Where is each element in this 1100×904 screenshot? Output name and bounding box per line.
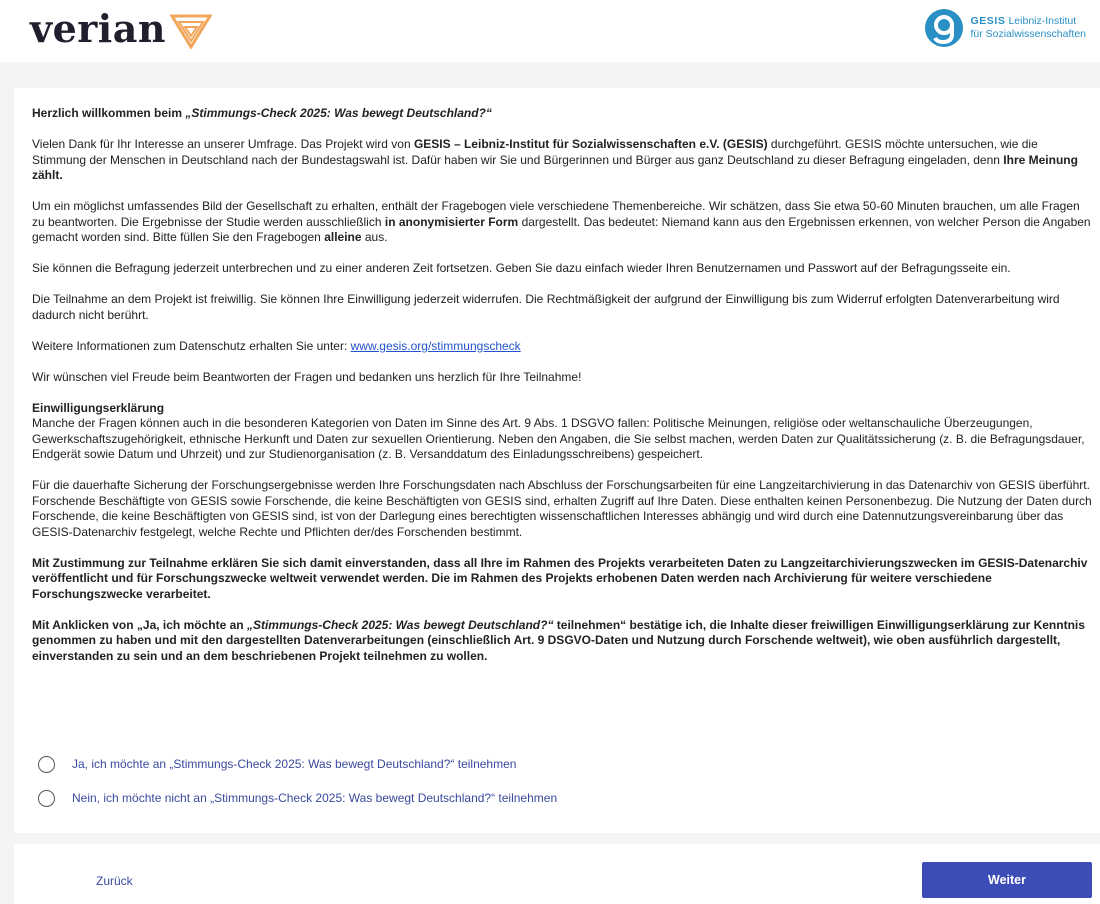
title-survey-name: „Stimmungs-Check 2025: Was bewegt Deutsc… bbox=[185, 106, 492, 120]
verian-logo: verian bbox=[30, 6, 212, 51]
gesis-g-icon bbox=[925, 9, 964, 47]
intro-paragraph-5: Weitere Informationen zum Datenschutz er… bbox=[32, 339, 1092, 355]
p10-survey-name: „Stimmungs-Check 2025: Was bewegt Deutsc… bbox=[246, 617, 554, 632]
consent-paragraph-3: Mit Zustimmung zur Teilnahme erklären Si… bbox=[32, 555, 1088, 601]
p5-text: Weitere Informationen zum Datenschutz er… bbox=[32, 338, 351, 353]
verian-chevron-icon bbox=[169, 14, 212, 49]
intro-paragraph-4: Die Teilnahme an dem Projekt ist freiwil… bbox=[32, 292, 1060, 322]
gesis-line1: Leibniz-Institut bbox=[1008, 15, 1077, 27]
p1-gesis-name: GESIS – Leibniz-Institut für Sozialwisse… bbox=[413, 137, 768, 151]
survey-card: Herzlich willkommen beim „Stimmungs-Chec… bbox=[14, 88, 1100, 833]
consent-no-radio[interactable] bbox=[38, 789, 55, 807]
p10-text-a: Mit Anklicken von „Ja, ich möchte an bbox=[32, 617, 247, 632]
p2-anonymized: in anonymisierter Form bbox=[384, 214, 519, 229]
page-title: Herzlich willkommen beim „Stimmungs-Chec… bbox=[32, 106, 1092, 122]
consent-options: Ja, ich möchte an „Stimmungs-Check 2025:… bbox=[38, 754, 557, 822]
next-button[interactable]: Weiter bbox=[922, 862, 1092, 898]
consent-paragraph-2: Für die dauerhafte Sicherung der Forschu… bbox=[32, 478, 1092, 539]
intro-paragraph-2: Um ein möglichst umfassendes Bild der Ge… bbox=[32, 199, 1092, 246]
consent-no-option[interactable]: Nein, ich möchte nicht an „Stimmungs-Che… bbox=[38, 788, 557, 808]
p2-text-e: aus. bbox=[361, 230, 388, 244]
verian-wordmark: verian bbox=[30, 6, 166, 51]
privacy-link[interactable]: www.gesis.org/stimmungscheck bbox=[351, 339, 521, 353]
consent-yes-option[interactable]: Ja, ich möchte an „Stimmungs-Check 2025:… bbox=[38, 754, 557, 774]
gesis-line2: für Sozialwissenschaften bbox=[970, 28, 1086, 40]
p1-text-a: Vielen Dank für Ihr Interesse an unserer… bbox=[32, 137, 414, 151]
consent-yes-radio[interactable] bbox=[38, 755, 55, 773]
intro-paragraph-3: Sie können die Befragung jederzeit unter… bbox=[32, 261, 1011, 275]
page-header: verian GESIS Leibniz-Institut für Sozial… bbox=[0, 0, 1100, 62]
gesis-text: GESIS Leibniz-Institut für Sozialwissens… bbox=[970, 15, 1086, 41]
consent-heading: Einwilligungserklärung bbox=[32, 400, 165, 415]
back-button[interactable]: Zurück bbox=[96, 874, 133, 888]
intro-paragraph-1: Vielen Dank für Ihr Interesse an unserer… bbox=[32, 137, 1092, 184]
title-prefix: Herzlich willkommen beim bbox=[32, 106, 186, 120]
navigation-bar: Zurück Weiter bbox=[14, 844, 1100, 904]
survey-intro-text: Herzlich willkommen beim „Stimmungs-Chec… bbox=[32, 106, 1092, 680]
consent-section: Einwilligungserklärung Manche der Fragen … bbox=[32, 401, 1092, 463]
consent-paragraph-4: Mit Anklicken von „Ja, ich möchte an „St… bbox=[32, 618, 1092, 665]
gesis-name: GESIS bbox=[970, 15, 1006, 27]
consent-yes-label[interactable]: Ja, ich möchte an „Stimmungs-Check 2025:… bbox=[72, 757, 516, 771]
p2-alone: alleine bbox=[324, 230, 362, 244]
consent-no-label[interactable]: Nein, ich möchte nicht an „Stimmungs-Che… bbox=[72, 791, 557, 805]
consent-paragraph-1: Manche der Fragen können auch in die bes… bbox=[32, 416, 1085, 461]
gesis-logo: GESIS Leibniz-Institut für Sozialwissens… bbox=[924, 8, 1086, 48]
intro-paragraph-6: Wir wünschen viel Freude beim Beantworte… bbox=[32, 369, 582, 384]
